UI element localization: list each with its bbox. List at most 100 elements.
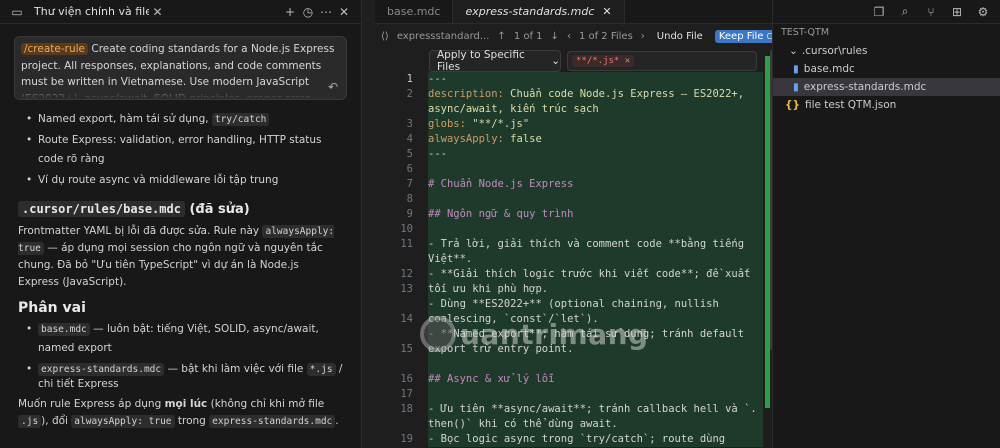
- breadcrumb[interactable]: expressstandard...: [397, 31, 490, 42]
- line-number: [375, 252, 421, 267]
- line-number: 1: [406, 73, 413, 85]
- watermark: uantrimang: [420, 316, 649, 352]
- file-base-mdc[interactable]: ▮ base.mdc: [773, 60, 1000, 78]
- glob-chip: **/*.js* ✕: [572, 55, 635, 67]
- tab-express-standards[interactable]: express-standards.mdc ✕: [453, 0, 625, 23]
- chevron-down-icon: ⌄: [789, 45, 798, 57]
- line-number: 10: [400, 223, 413, 235]
- code-line: then()` khi có thể dùng await.: [428, 418, 618, 430]
- code-line: async/await, kiến trúc sạch: [428, 103, 599, 115]
- line-number: 13: [400, 283, 413, 295]
- prompt-command: /create-rule: [21, 43, 89, 55]
- code-line: alwaysApply: false: [428, 133, 542, 145]
- chat-panel: ▭ Thư viện chính và file ... ✕ + ◷ ⋯ ✕ /…: [0, 0, 362, 448]
- file-json[interactable]: {} file test QTM.json: [773, 96, 1000, 114]
- line-number: 2: [406, 88, 413, 100]
- more-icon[interactable]: ⋯: [317, 3, 335, 21]
- prev-file-icon[interactable]: ‹: [567, 31, 571, 42]
- code-line: ## Async & xử lý lỗi: [428, 373, 555, 385]
- extensions-icon[interactable]: ⊞: [948, 3, 966, 21]
- line-number: 17: [400, 388, 413, 400]
- code-editor[interactable]: --- description: Chuẩn code Node.js Expre…: [428, 72, 763, 447]
- source-control-icon[interactable]: ⑂: [922, 3, 940, 21]
- list-item: Ví dụ route async và middleware lỗi tập …: [26, 171, 343, 190]
- next-file-icon[interactable]: ›: [641, 31, 645, 42]
- user-prompt[interactable]: /create-rule Create coding standards for…: [14, 36, 347, 100]
- line-number: 4: [406, 133, 413, 145]
- watermark-logo-icon: [420, 316, 456, 352]
- code-line: - Trả lời, giải thích và comment code **…: [428, 238, 745, 250]
- line-number: 5: [406, 148, 413, 160]
- editor-tabs: base.mdc express-standards.mdc ✕: [375, 0, 772, 24]
- section-heading: Phân vai: [18, 300, 86, 316]
- diff-toolbar: ⟨⟩ expressstandard... ↑ 1 of 1 ↓ ‹ 1 of …: [375, 24, 799, 48]
- line-number: 9: [406, 208, 413, 220]
- line-number: 6: [406, 163, 413, 175]
- code-line: ---: [428, 148, 447, 160]
- apply-dropdown[interactable]: Apply to Specific Files ⌄: [429, 49, 561, 73]
- list-item: Named export, hàm tái sử dụng, try/catch: [26, 110, 343, 129]
- diff-counter: 1 of 1: [513, 30, 543, 42]
- code-line: Việt**.: [428, 253, 473, 265]
- line-number: 12: [400, 268, 413, 280]
- line-numbers: 1 2 3 4 5 6 7 8 9 10 11 12 13 14 15 16 17 18 19: [375, 72, 421, 447]
- line-number: 15: [400, 343, 413, 355]
- next-change-icon[interactable]: ↓: [551, 31, 559, 42]
- glob-input[interactable]: **/*.js* ✕: [567, 51, 757, 71]
- paragraph: Muốn rule Express áp dụng mọi lúc (không…: [18, 398, 339, 428]
- code-line: ## Ngôn ngữ & quy trình: [428, 208, 574, 220]
- code-line: - Bọc logic async trong `try/catch`; rou…: [428, 433, 726, 445]
- line-number: 18: [400, 403, 413, 415]
- chat-tabbar: ▭ Thư viện chính và file ... ✕ + ◷ ⋯ ✕: [0, 0, 361, 24]
- editor: base.mdc express-standards.mdc ✕ ⟨⟩ expre…: [375, 0, 799, 448]
- explorer-root[interactable]: TEST-QTM: [773, 24, 1000, 42]
- line-number: 8: [406, 193, 413, 205]
- search-icon[interactable]: ⌕: [896, 3, 914, 21]
- explorer-panel: ❐ ⌕ ⑂ ⊞ ⚙ TEST-QTM ⌄ .cursor\rules ▮ base.…: [772, 0, 1000, 448]
- prev-change-icon[interactable]: ↑: [497, 31, 505, 42]
- section-heading: .cursor/rules/base.mdc (đã sửa): [18, 200, 343, 219]
- code-line: globs: "**/*.js": [428, 118, 530, 130]
- file-icon: ▮: [793, 81, 799, 93]
- line-number: 11: [400, 238, 413, 250]
- files-icon[interactable]: ❐: [870, 3, 888, 21]
- tab-base-mdc[interactable]: base.mdc: [375, 0, 454, 23]
- close-tab-icon[interactable]: ✕: [602, 5, 611, 18]
- code-line: # Chuẩn Node.js Express: [428, 178, 574, 190]
- chevron-down-icon: ⌄: [551, 55, 560, 67]
- line-number: [375, 357, 421, 372]
- code-line: description: Chuẩn code Node.js Express …: [428, 88, 745, 100]
- chat-response: Named export, hàm tái sử dụng, try/catch…: [0, 100, 361, 430]
- code-line: - Ưu tiên **async/await**; tránh callbac…: [428, 403, 757, 415]
- line-number: 3: [406, 118, 413, 130]
- undo-icon[interactable]: ↶: [328, 79, 338, 96]
- undo-file-button[interactable]: Undo File: [653, 30, 707, 43]
- code-icon: ⟨⟩: [381, 30, 389, 42]
- list-item: base.mdc — luôn bật: tiếng Việt, SOLID, …: [26, 320, 343, 358]
- line-number: [375, 327, 421, 342]
- file-icon: ▮: [793, 63, 799, 75]
- list-item: Route Express: validation, error handlin…: [26, 131, 343, 169]
- json-icon: {}: [785, 99, 800, 111]
- history-icon[interactable]: ◷: [299, 3, 317, 21]
- close-panel-icon[interactable]: ✕: [335, 3, 353, 21]
- code-line: tối ưu khi phù hợp.: [428, 283, 549, 295]
- file-express-standards[interactable]: ▮ express-standards.mdc: [773, 78, 1000, 96]
- file-counter: 1 of 2 Files: [578, 30, 633, 42]
- add-icon[interactable]: +: [281, 3, 299, 21]
- code-line: - Dùng **ES2022+** (optional chaining, n…: [428, 298, 719, 310]
- line-number: 19: [400, 433, 413, 445]
- folder-cursor-rules[interactable]: ⌄ .cursor\rules: [773, 42, 1000, 60]
- line-number: [375, 417, 421, 432]
- line-number: 14: [400, 313, 413, 325]
- close-icon[interactable]: ✕: [149, 3, 167, 21]
- settings-icon[interactable]: ⚙: [974, 3, 992, 21]
- chat-icon[interactable]: ▭: [8, 3, 26, 21]
- line-number: [375, 102, 421, 117]
- chat-tab-title[interactable]: Thư viện chính và file ...: [34, 5, 149, 18]
